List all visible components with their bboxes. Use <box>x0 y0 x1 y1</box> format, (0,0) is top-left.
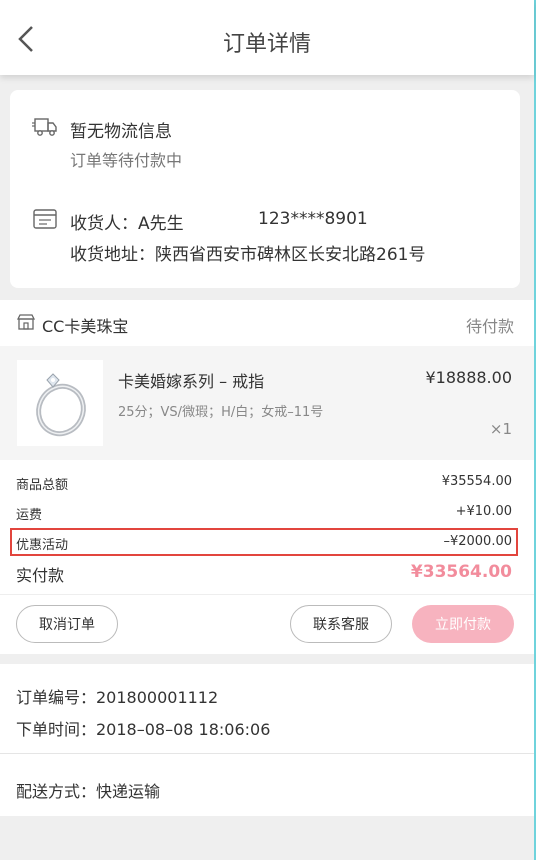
product-spec: 25分；VS/微瑕；H/白；女戒–11号 <box>118 405 324 420</box>
page-title: 订单详情 <box>222 32 311 57</box>
divider <box>0 753 534 754</box>
discount-label: 优惠活动 <box>16 538 69 553</box>
receiver-name: 收货人：A先生 <box>70 214 184 234</box>
product-name: 卡美婚嫁系列 – 戒指 <box>118 372 265 391</box>
pay-now-button[interactable]: 立即付款 <box>412 605 514 643</box>
freight-label: 运费 <box>16 508 43 523</box>
price-summary: 商品总额 ¥35554.00 运费 +¥10.00 优惠活动 –¥2000.00… <box>0 460 534 594</box>
freight-value: +¥10.00 <box>455 504 512 519</box>
product-price: ¥18888.00 <box>425 368 512 387</box>
product-item[interactable]: 卡美婚嫁系列 – 戒指 25分；VS/微瑕；H/白；女戒–11号 ¥18888.… <box>0 346 534 460</box>
logistics-status: 暂无物流信息 <box>70 122 172 142</box>
discount-row: 优惠活动 –¥2000.00 <box>16 530 512 554</box>
delivery-method: 配送方式：快递运输 <box>16 782 161 801</box>
order-number: 订单编号：201800001112 <box>16 688 219 707</box>
store-icon <box>16 313 36 331</box>
order-time: 下单时间：2018–08–08 18:06:06 <box>16 720 271 739</box>
logistics-card: 暂无物流信息 订单等待付款中 收货人：A先生 123****8901 收货地址：… <box>10 90 520 288</box>
top-nav-bar: 订单详情 <box>0 0 534 75</box>
ring-product-image <box>17 360 103 446</box>
freight-row: 运费 +¥10.00 <box>16 500 512 524</box>
receiver-phone: 123****8901 <box>258 209 368 229</box>
contact-service-button[interactable]: 联系客服 <box>290 605 392 643</box>
shop-header[interactable]: CC卡美珠宝 待付款 <box>0 300 534 346</box>
receiver-address: 收货地址：陕西省西安市碑林区长安北路261号 <box>70 245 426 265</box>
action-bar: 取消订单 联系客服 立即付款 <box>0 594 534 654</box>
goods-total-row: 商品总额 ¥35554.00 <box>16 470 512 494</box>
logistics-sub-status: 订单等待付款中 <box>70 151 183 170</box>
paid-label: 实付款 <box>16 566 65 585</box>
order-status: 待付款 <box>465 317 514 336</box>
cancel-order-button[interactable]: 取消订单 <box>16 605 118 643</box>
truck-icon <box>32 116 58 138</box>
goods-total-label: 商品总额 <box>16 478 69 493</box>
goods-total-value: ¥35554.00 <box>441 474 512 489</box>
shop-name: CC卡美珠宝 <box>42 317 129 336</box>
product-quantity: ×1 <box>489 420 512 438</box>
paid-value: ¥33564.00 <box>410 562 512 582</box>
order-info: 订单编号：201800001112 下单时间：2018–08–08 18:06:… <box>0 664 534 816</box>
discount-value: –¥2000.00 <box>443 534 512 549</box>
address-book-icon <box>32 208 58 230</box>
